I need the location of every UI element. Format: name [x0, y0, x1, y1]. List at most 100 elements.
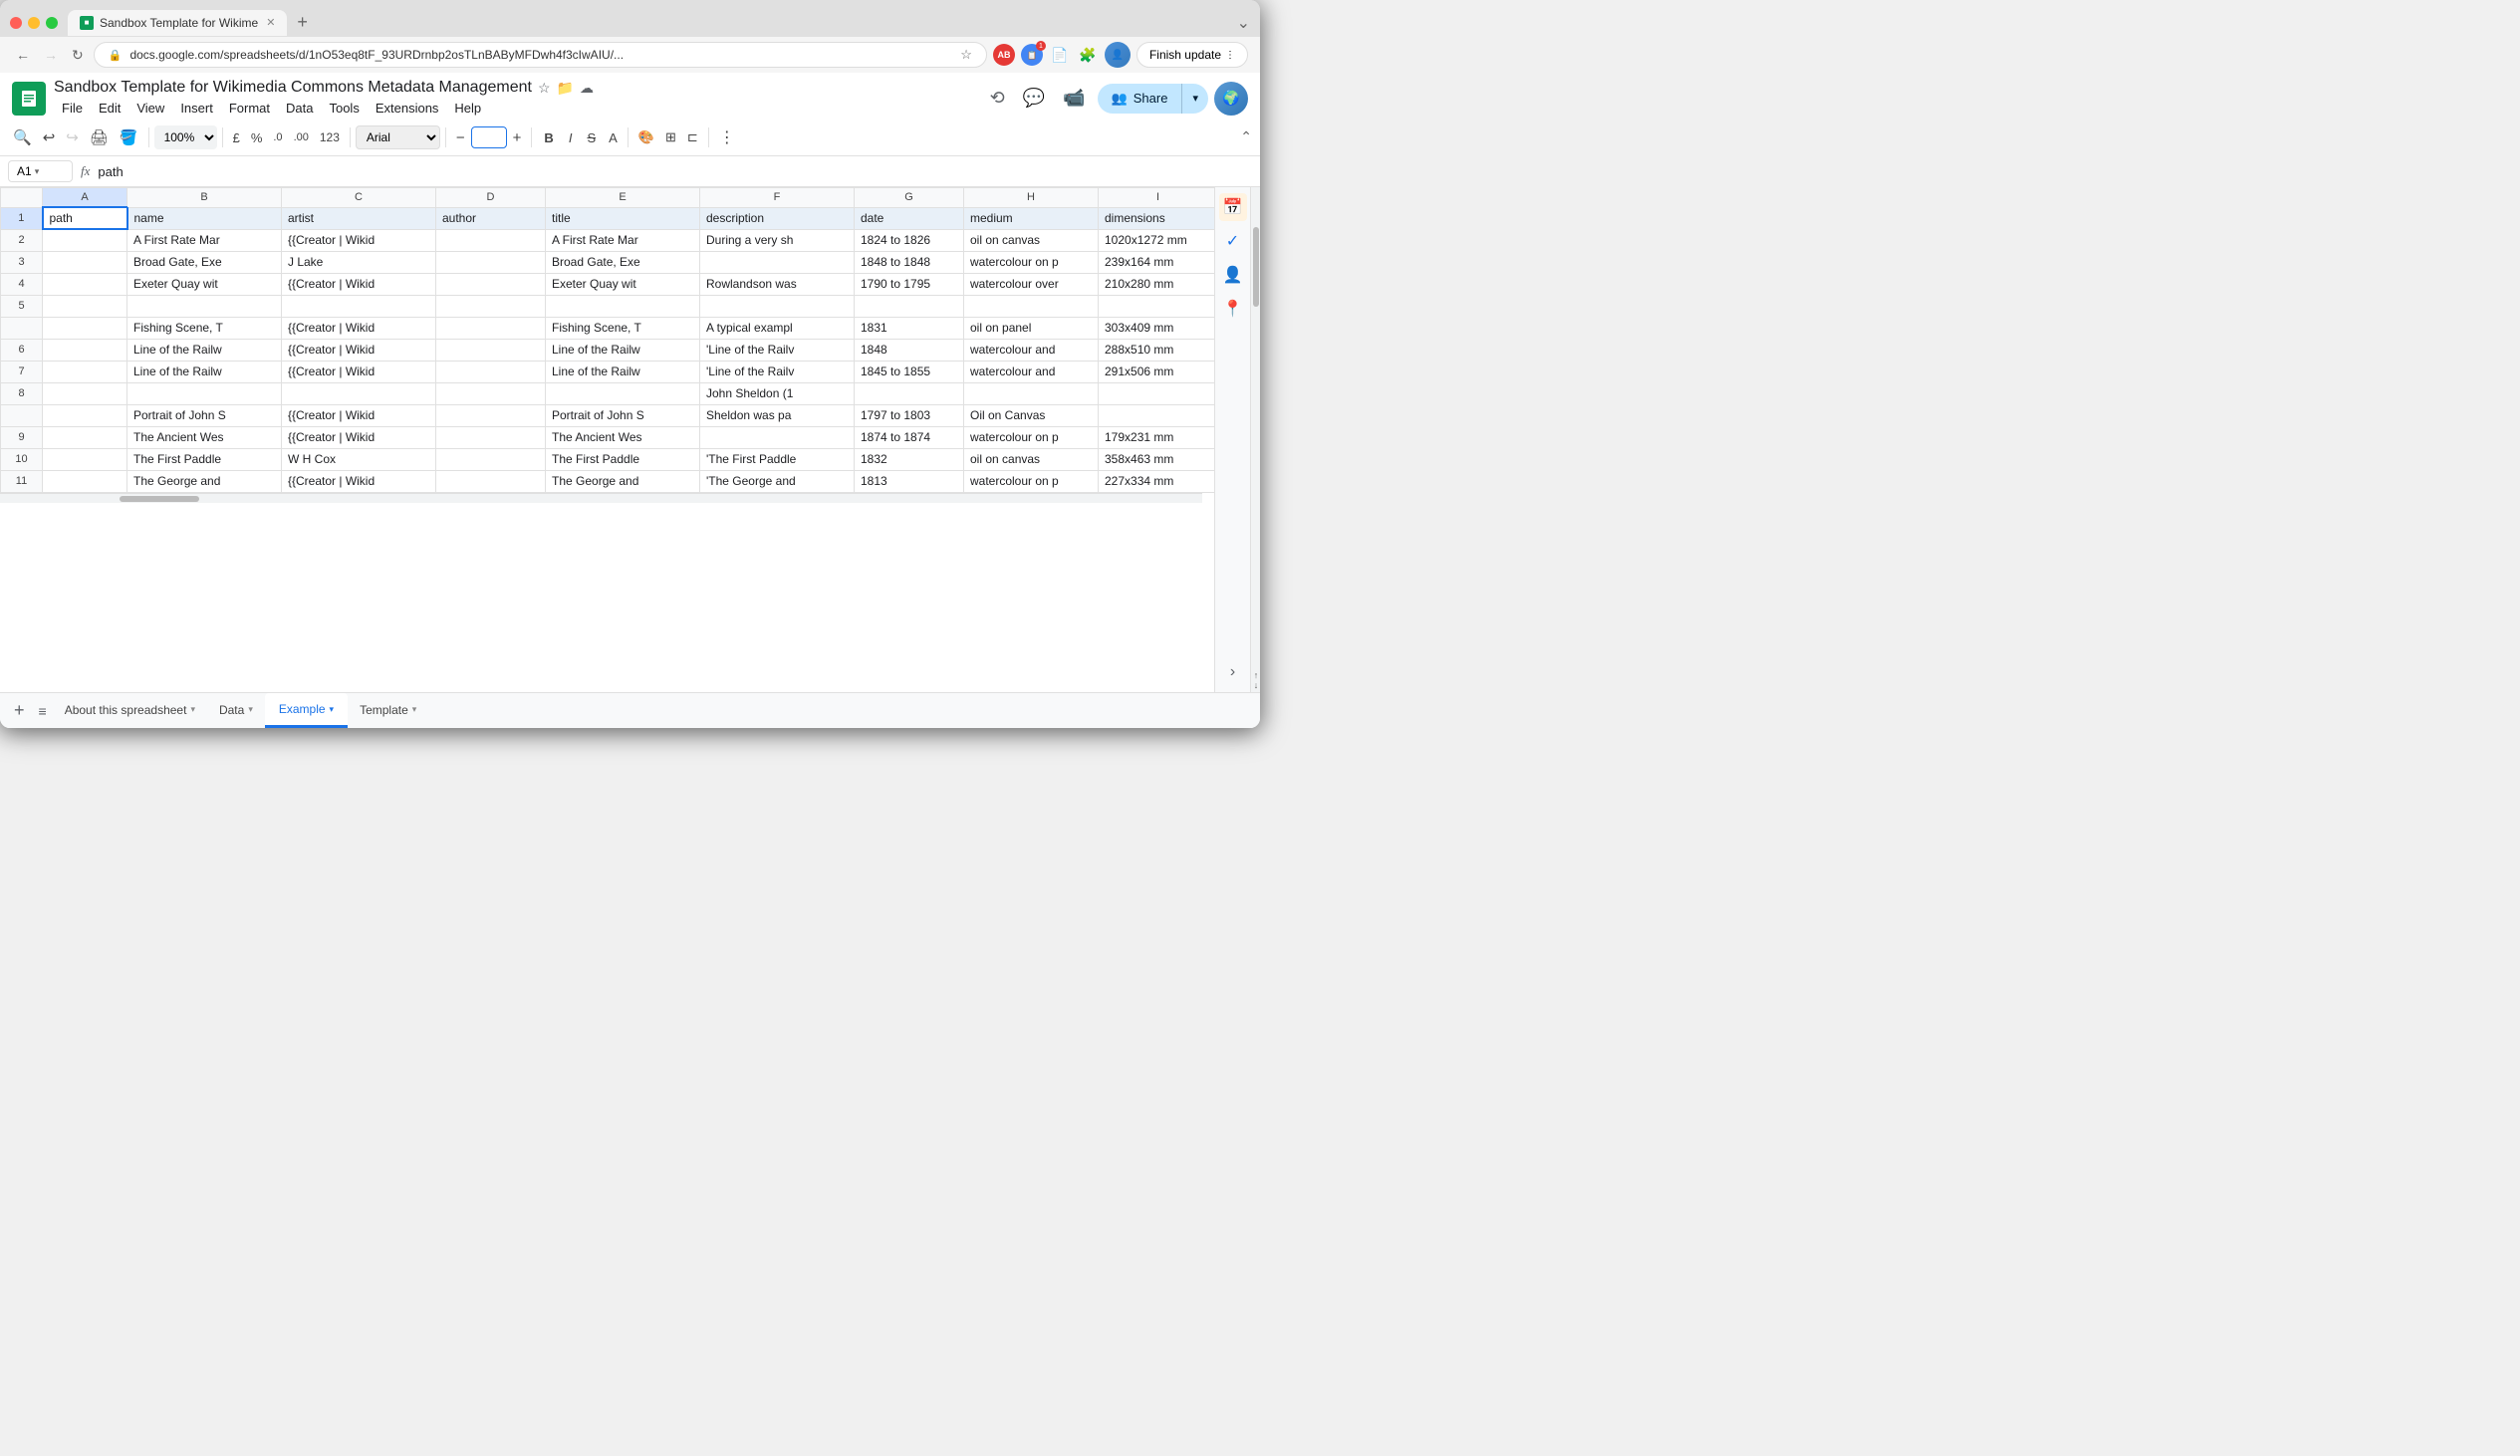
- cell[interactable]: [127, 295, 282, 317]
- tab-example-dropdown-icon[interactable]: ▾: [330, 704, 335, 715]
- more-toolbar-btn[interactable]: ⋮: [714, 122, 740, 152]
- sidebar-icon-calendar[interactable]: 📅: [1219, 193, 1247, 221]
- col-header-g[interactable]: G: [855, 188, 964, 208]
- cell[interactable]: 1832: [855, 448, 964, 470]
- folder-icon[interactable]: 📁: [557, 80, 574, 97]
- cell[interactable]: W H Cox: [282, 448, 436, 470]
- cell[interactable]: [127, 382, 282, 404]
- dec-decrease-btn[interactable]: .0: [268, 126, 287, 148]
- cell-f1[interactable]: description: [700, 207, 855, 229]
- cell[interactable]: 239x164 mm: [1099, 251, 1215, 273]
- undo-btn[interactable]: ↩: [38, 123, 61, 151]
- sidebar-icon-map[interactable]: 📍: [1219, 295, 1247, 323]
- currency-btn[interactable]: £: [228, 125, 245, 150]
- cell[interactable]: [436, 426, 546, 448]
- cell[interactable]: The George and: [546, 470, 700, 492]
- cell[interactable]: 210x280 mm: [1099, 273, 1215, 295]
- row-header[interactable]: 5: [1, 295, 43, 317]
- cell[interactable]: [700, 426, 855, 448]
- active-tab[interactable]: ■ Sandbox Template for Wikime ✕: [68, 10, 287, 36]
- cell[interactable]: A typical exampl: [700, 317, 855, 339]
- col-header-d[interactable]: D: [436, 188, 546, 208]
- cell[interactable]: [436, 251, 546, 273]
- browser-avatar[interactable]: 👤: [1105, 42, 1131, 68]
- borders-btn[interactable]: ⊞: [660, 124, 681, 150]
- row-header[interactable]: 4: [1, 273, 43, 295]
- cell[interactable]: [700, 251, 855, 273]
- cell[interactable]: [1099, 404, 1215, 426]
- cell[interactable]: Exeter Quay wit: [546, 273, 700, 295]
- cell[interactable]: [436, 404, 546, 426]
- cell[interactable]: During a very sh: [700, 229, 855, 251]
- add-sheet-button[interactable]: +: [6, 696, 33, 725]
- paint-format-btn[interactable]: 🪣: [115, 123, 143, 151]
- cell[interactable]: [436, 339, 546, 361]
- new-tab-button[interactable]: +: [287, 8, 318, 37]
- cell[interactable]: [436, 361, 546, 382]
- cell[interactable]: 179x231 mm: [1099, 426, 1215, 448]
- cell[interactable]: [43, 251, 127, 273]
- history-icon[interactable]: ⟲: [984, 82, 1011, 115]
- cell[interactable]: watercolour and: [964, 361, 1099, 382]
- cell[interactable]: Rowlandson was: [700, 273, 855, 295]
- cell[interactable]: {{Creator | Wikid: [282, 339, 436, 361]
- menu-tools[interactable]: Tools: [321, 99, 367, 118]
- merge-btn[interactable]: ⊏: [682, 124, 703, 150]
- cell[interactable]: J Lake: [282, 251, 436, 273]
- menu-data[interactable]: Data: [278, 99, 321, 118]
- cell[interactable]: [43, 448, 127, 470]
- cell[interactable]: [1099, 382, 1215, 404]
- formula-input[interactable]: path: [98, 164, 1252, 179]
- tab-about-dropdown-icon[interactable]: ▾: [190, 704, 195, 715]
- cell[interactable]: [436, 448, 546, 470]
- cell[interactable]: [43, 382, 127, 404]
- cell[interactable]: The First Paddle: [546, 448, 700, 470]
- cell[interactable]: [546, 382, 700, 404]
- cell[interactable]: [43, 273, 127, 295]
- cell[interactable]: {{Creator | Wikid: [282, 317, 436, 339]
- text-color-btn[interactable]: A: [604, 125, 623, 150]
- cell[interactable]: {{Creator | Wikid: [282, 404, 436, 426]
- cell[interactable]: 1797 to 1803: [855, 404, 964, 426]
- cell[interactable]: oil on canvas: [964, 448, 1099, 470]
- cell[interactable]: 'The First Paddle: [700, 448, 855, 470]
- cell[interactable]: 227x334 mm: [1099, 470, 1215, 492]
- cell[interactable]: watercolour and: [964, 339, 1099, 361]
- cell[interactable]: Portrait of John S: [546, 404, 700, 426]
- tab-data-dropdown-icon[interactable]: ▾: [248, 704, 253, 715]
- cell[interactable]: [43, 317, 127, 339]
- strikethrough-btn[interactable]: S: [580, 125, 603, 150]
- cell-ref-dropdown-icon[interactable]: ▾: [35, 166, 40, 177]
- cell[interactable]: 303x409 mm: [1099, 317, 1215, 339]
- cell[interactable]: {{Creator | Wikid: [282, 470, 436, 492]
- cell[interactable]: Broad Gate, Exe: [127, 251, 282, 273]
- extension-icon-1[interactable]: AB: [993, 44, 1015, 66]
- cell[interactable]: [282, 295, 436, 317]
- row-header[interactable]: 7: [1, 361, 43, 382]
- share-dropdown-button[interactable]: ▾: [1181, 84, 1208, 114]
- menu-view[interactable]: View: [128, 99, 172, 118]
- search-toolbar-btn[interactable]: 🔍: [8, 123, 37, 151]
- cell[interactable]: 'The George and: [700, 470, 855, 492]
- cell[interactable]: 'Line of the Railv: [700, 361, 855, 382]
- cell[interactable]: The First Paddle: [127, 448, 282, 470]
- cell[interactable]: 288x510 mm: [1099, 339, 1215, 361]
- cell[interactable]: 1824 to 1826: [855, 229, 964, 251]
- comments-icon[interactable]: 💬: [1017, 82, 1051, 115]
- cell[interactable]: John Sheldon (1: [700, 382, 855, 404]
- cell-h1[interactable]: medium: [964, 207, 1099, 229]
- cell[interactable]: A First Rate Mar: [127, 229, 282, 251]
- cell[interactable]: [43, 404, 127, 426]
- finish-update-menu-icon[interactable]: ⋮: [1225, 50, 1235, 61]
- cell-e1[interactable]: title: [546, 207, 700, 229]
- user-avatar[interactable]: 🌍: [1214, 82, 1248, 116]
- cell[interactable]: [855, 382, 964, 404]
- row-header[interactable]: 9: [1, 426, 43, 448]
- format-123-btn[interactable]: 123: [315, 125, 345, 149]
- tab-data[interactable]: Data ▾: [207, 693, 265, 728]
- cell[interactable]: [436, 273, 546, 295]
- cell[interactable]: 1831: [855, 317, 964, 339]
- tab-about-spreadsheet[interactable]: About this spreadsheet ▾: [53, 693, 207, 728]
- bookmark-icon[interactable]: ☆: [960, 47, 972, 63]
- cell[interactable]: 291x506 mm: [1099, 361, 1215, 382]
